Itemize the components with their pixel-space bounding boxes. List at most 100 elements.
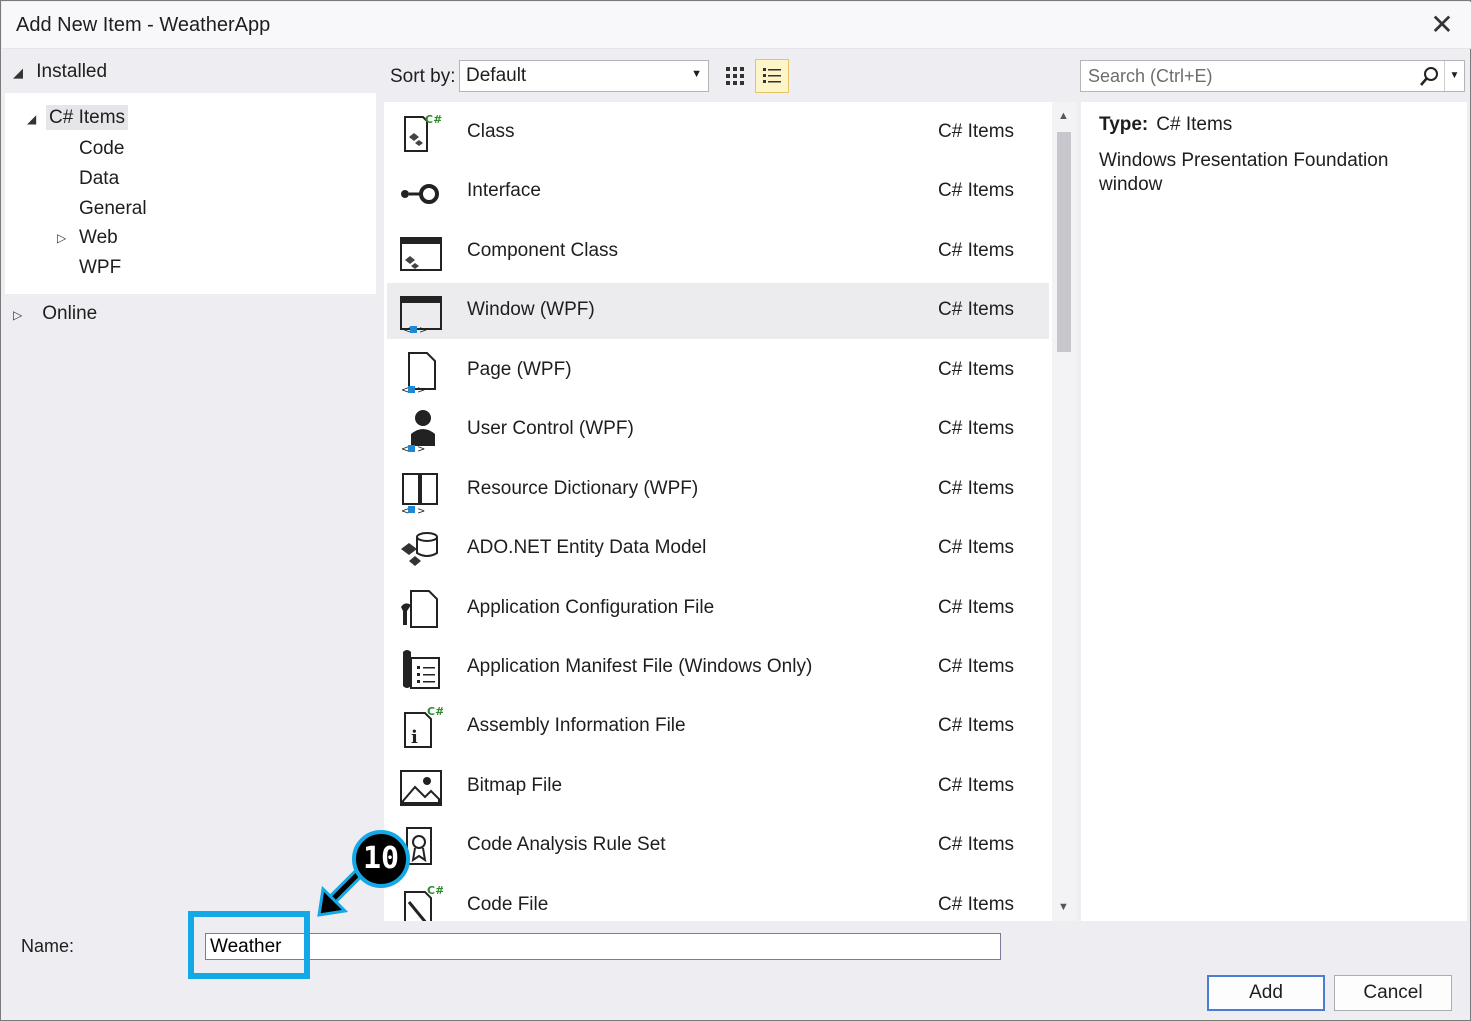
list-item-interface[interactable]: Interface C# Items (387, 164, 1049, 220)
tree-item-wpf[interactable]: WPF (79, 257, 121, 279)
class-icon: C# (404, 113, 442, 152)
svg-text:i: i (411, 727, 418, 748)
step-number-badge: 10 (352, 830, 410, 888)
cancel-button[interactable]: Cancel (1334, 975, 1452, 1011)
scroll-up-icon[interactable]: ▲ (1058, 110, 1069, 122)
list-item-code-file[interactable]: C# Code File C# Items (387, 878, 1049, 921)
item-category: C# Items (938, 299, 1015, 320)
item-name: Assembly Information File (467, 715, 686, 736)
item-name: Interface (467, 180, 541, 201)
tree-item-general[interactable]: General (79, 198, 147, 220)
dropdown-arrow-icon: ▼ (691, 68, 702, 80)
add-new-item-dialog: Add New Item - WeatherApp ✕ ◢ Installed … (0, 0, 1471, 1021)
expanded-triangle-icon[interactable]: ◢ (27, 112, 36, 126)
search-input[interactable]: Search (Ctrl+E) ▼ (1080, 60, 1465, 92)
tree-item-data[interactable]: Data (79, 168, 119, 190)
item-name: Application Configuration File (467, 597, 715, 618)
list-view-icon (763, 68, 781, 83)
entity-data-model-icon (401, 532, 438, 566)
medium-icons-view-button[interactable] (718, 59, 752, 93)
window-title: Add New Item - WeatherApp (16, 14, 271, 36)
list-item-app-manifest-file[interactable]: Application Manifest File (Windows Only)… (387, 640, 1049, 696)
tree-installed-label: Installed (36, 61, 108, 82)
wpf-page-icon: < > (401, 352, 436, 395)
name-label: Name: (21, 936, 75, 956)
search-options-dropdown-icon[interactable]: ▼ (1444, 61, 1464, 91)
resource-dictionary-icon: < > (401, 473, 438, 514)
expanded-triangle-icon[interactable]: ◢ (13, 65, 31, 81)
item-category: C# Items (938, 359, 1015, 380)
bitmap-icon (400, 770, 442, 806)
list-item-component-class[interactable]: Component Class C# Items (387, 224, 1049, 280)
svg-text:>: > (419, 325, 427, 335)
item-category: C# Items (938, 597, 1015, 618)
detail-type-value: C# Items (1156, 114, 1233, 135)
item-name: Application Manifest File (Windows Only) (467, 656, 813, 677)
svg-text:>: > (417, 506, 425, 514)
item-category: C# Items (938, 656, 1015, 677)
list-item-bitmap-file[interactable]: Bitmap File C# Items (387, 759, 1049, 815)
title-bar: Add New Item - WeatherApp ✕ (2, 2, 1471, 49)
name-input[interactable] (205, 933, 1001, 960)
item-name: ADO.NET Entity Data Model (467, 537, 707, 558)
wpf-window-icon: < > (400, 296, 442, 335)
tree-item-code[interactable]: Code (79, 138, 124, 160)
search-placeholder: Search (Ctrl+E) (1088, 66, 1213, 86)
detail-type: Type: C# Items (1099, 114, 1232, 136)
list-item-page-wpf[interactable]: < > Page (WPF) C# Items (387, 343, 1049, 399)
list-item-window-wpf[interactable]: < > Window (WPF) C# Items (387, 283, 1049, 339)
scrollbar-thumb[interactable] (1057, 132, 1071, 352)
config-file-icon (401, 590, 438, 628)
collapsed-triangle-icon[interactable]: ▷ (13, 308, 37, 322)
item-category: C# Items (938, 418, 1015, 439)
list-item-resource-dictionary-wpf[interactable]: < > Resource Dictionary (WPF) C# Items (387, 462, 1049, 518)
scroll-down-icon[interactable]: ▼ (1058, 901, 1069, 913)
detail-description: Windows Presentation Foundation window (1099, 150, 1389, 195)
item-name: Component Class (467, 240, 619, 261)
item-list-scrollbar[interactable]: ▲ ▼ (1052, 102, 1077, 921)
item-name: Window (WPF) (467, 299, 595, 320)
highlight-box (188, 911, 310, 979)
item-category: C# Items (938, 180, 1015, 201)
list-item-class[interactable]: C# Class C# Items (387, 105, 1049, 161)
svg-text:C#: C# (425, 113, 442, 126)
collapsed-triangle-icon[interactable]: ▷ (57, 231, 66, 245)
item-category: C# Items (938, 537, 1015, 558)
item-category: C# Items (938, 478, 1015, 499)
tree-item-csharp-items[interactable]: ◢ C# Items (27, 105, 129, 130)
tree-item-web[interactable]: ▷ Web (57, 227, 118, 249)
item-name: Code File (467, 894, 549, 915)
interface-icon (401, 184, 439, 204)
svg-text:>: > (417, 385, 425, 395)
svg-text:C#: C# (427, 884, 443, 897)
tree-online-label: Online (42, 303, 98, 324)
grid-view-icon (726, 67, 744, 85)
search-icon[interactable] (1418, 64, 1442, 88)
item-category: C# Items (938, 775, 1015, 796)
list-item-app-config-file[interactable]: Application Configuration File C# Items (387, 581, 1049, 637)
item-name: Bitmap File (467, 775, 563, 796)
tree-online[interactable]: ▷ Online (13, 303, 97, 325)
item-name: Class (467, 121, 515, 142)
assembly-info-icon: C# i (404, 705, 443, 748)
item-details-panel: Type: C# Items Windows Presentation Found… (1081, 102, 1467, 921)
item-name: User Control (WPF) (467, 418, 634, 439)
item-name: Page (WPF) (467, 359, 572, 380)
user-control-icon: < > (401, 410, 435, 454)
manifest-file-icon (403, 650, 440, 689)
list-view-button[interactable] (755, 59, 789, 93)
item-category: C# Items (938, 834, 1015, 855)
component-class-icon (400, 237, 442, 271)
item-category: C# Items (938, 715, 1015, 736)
add-button[interactable]: Add (1207, 975, 1325, 1011)
sort-by-dropdown[interactable]: Default ▼ (459, 60, 709, 92)
close-icon[interactable]: ✕ (1425, 8, 1459, 42)
list-item-entity-data-model[interactable]: ADO.NET Entity Data Model C# Items (387, 521, 1049, 577)
tree-installed[interactable]: ◢ Installed (13, 61, 107, 83)
list-item-code-analysis-rule-set[interactable]: Code Analysis Rule Set C# Items (387, 818, 1049, 874)
list-item-user-control-wpf[interactable]: < > User Control (WPF) C# Items (387, 402, 1049, 458)
code-file-icon: C# (404, 884, 443, 921)
list-item-assembly-info-file[interactable]: C# i Assembly Information File C# Items (387, 699, 1049, 755)
svg-text:C#: C# (427, 705, 443, 718)
item-category: C# Items (938, 121, 1015, 142)
